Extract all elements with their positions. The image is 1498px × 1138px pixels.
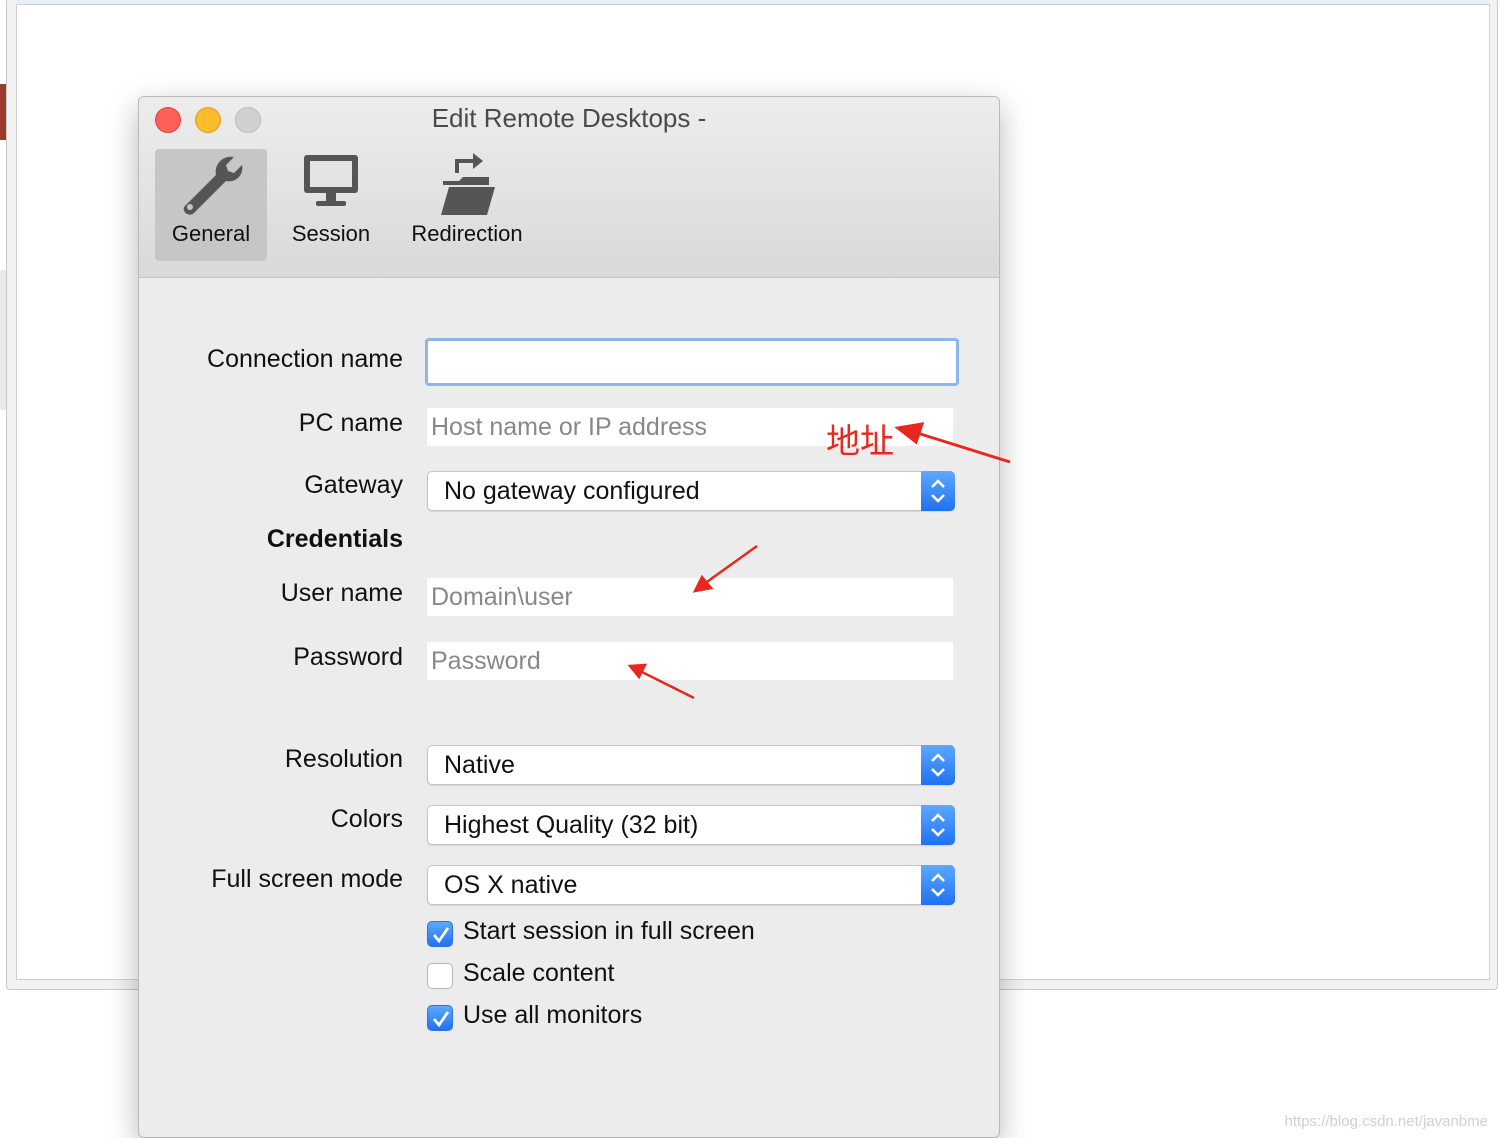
title-toolbar: Edit Remote Desktops - General Session R… bbox=[139, 97, 999, 278]
resolution-label: Resolution bbox=[284, 745, 403, 773]
background-edge-strip-2 bbox=[0, 270, 6, 410]
watermark: https://blog.csdn.net/javanbme bbox=[1284, 1113, 1488, 1130]
tab-general[interactable]: General bbox=[155, 149, 267, 261]
scale-content-label: Scale content bbox=[463, 959, 615, 987]
wrench-icon bbox=[176, 151, 246, 223]
window-title: Edit Remote Desktops - bbox=[431, 103, 707, 133]
pc-name-label: PC name bbox=[298, 409, 403, 437]
chevron-updown-icon bbox=[921, 865, 955, 905]
folder-redirect-icon bbox=[437, 151, 497, 223]
tab-session[interactable]: Session bbox=[281, 149, 381, 261]
annotation-label: 地址 bbox=[826, 422, 894, 462]
user-name-label: User name bbox=[280, 579, 403, 607]
tab-redirection[interactable]: Redirection bbox=[403, 149, 531, 261]
tab-general-label: General bbox=[171, 221, 251, 246]
gateway-select-value: No gateway configured bbox=[444, 477, 700, 505]
start-full-screen-checkbox[interactable] bbox=[427, 921, 453, 947]
start-full-screen-label: Start session in full screen bbox=[463, 917, 755, 945]
use-all-monitors-checkbox[interactable] bbox=[427, 1005, 453, 1031]
chevron-updown-icon bbox=[921, 471, 955, 511]
password-field[interactable] bbox=[427, 642, 953, 680]
background-edge-strip bbox=[0, 84, 6, 140]
full-screen-mode-select-value: OS X native bbox=[444, 871, 578, 899]
checkmark-icon bbox=[432, 927, 450, 944]
connection-name-field[interactable] bbox=[425, 338, 959, 386]
user-name-field[interactable] bbox=[427, 578, 953, 616]
password-label: Password bbox=[293, 643, 403, 671]
gateway-label: Gateway bbox=[304, 471, 403, 499]
resolution-select-value: Native bbox=[444, 751, 515, 779]
monitor-icon bbox=[300, 151, 362, 217]
scale-content-checkbox[interactable] bbox=[427, 963, 453, 989]
use-all-monitors-label: Use all monitors bbox=[463, 1001, 643, 1029]
chevron-updown-icon bbox=[921, 805, 955, 845]
colors-select[interactable]: Highest Quality (32 bit) bbox=[427, 805, 955, 845]
colors-label: Colors bbox=[330, 805, 403, 833]
tab-session-label: Session bbox=[291, 221, 371, 246]
connection-name-label: Connection name bbox=[207, 345, 403, 373]
chevron-updown-icon bbox=[921, 745, 955, 785]
tab-redirection-label: Redirection bbox=[411, 221, 523, 246]
credentials-heading: Credentials bbox=[266, 525, 403, 553]
edit-remote-desktops-dialog: Edit Remote Desktops - General Session R… bbox=[138, 96, 1000, 1138]
checkmark-icon bbox=[432, 1011, 450, 1028]
full-screen-mode-label: Full screen mode bbox=[211, 865, 403, 893]
colors-select-value: Highest Quality (32 bit) bbox=[444, 811, 699, 839]
full-screen-mode-select[interactable]: OS X native bbox=[427, 865, 955, 905]
resolution-select[interactable]: Native bbox=[427, 745, 955, 785]
gateway-select[interactable]: No gateway configured bbox=[427, 471, 955, 511]
